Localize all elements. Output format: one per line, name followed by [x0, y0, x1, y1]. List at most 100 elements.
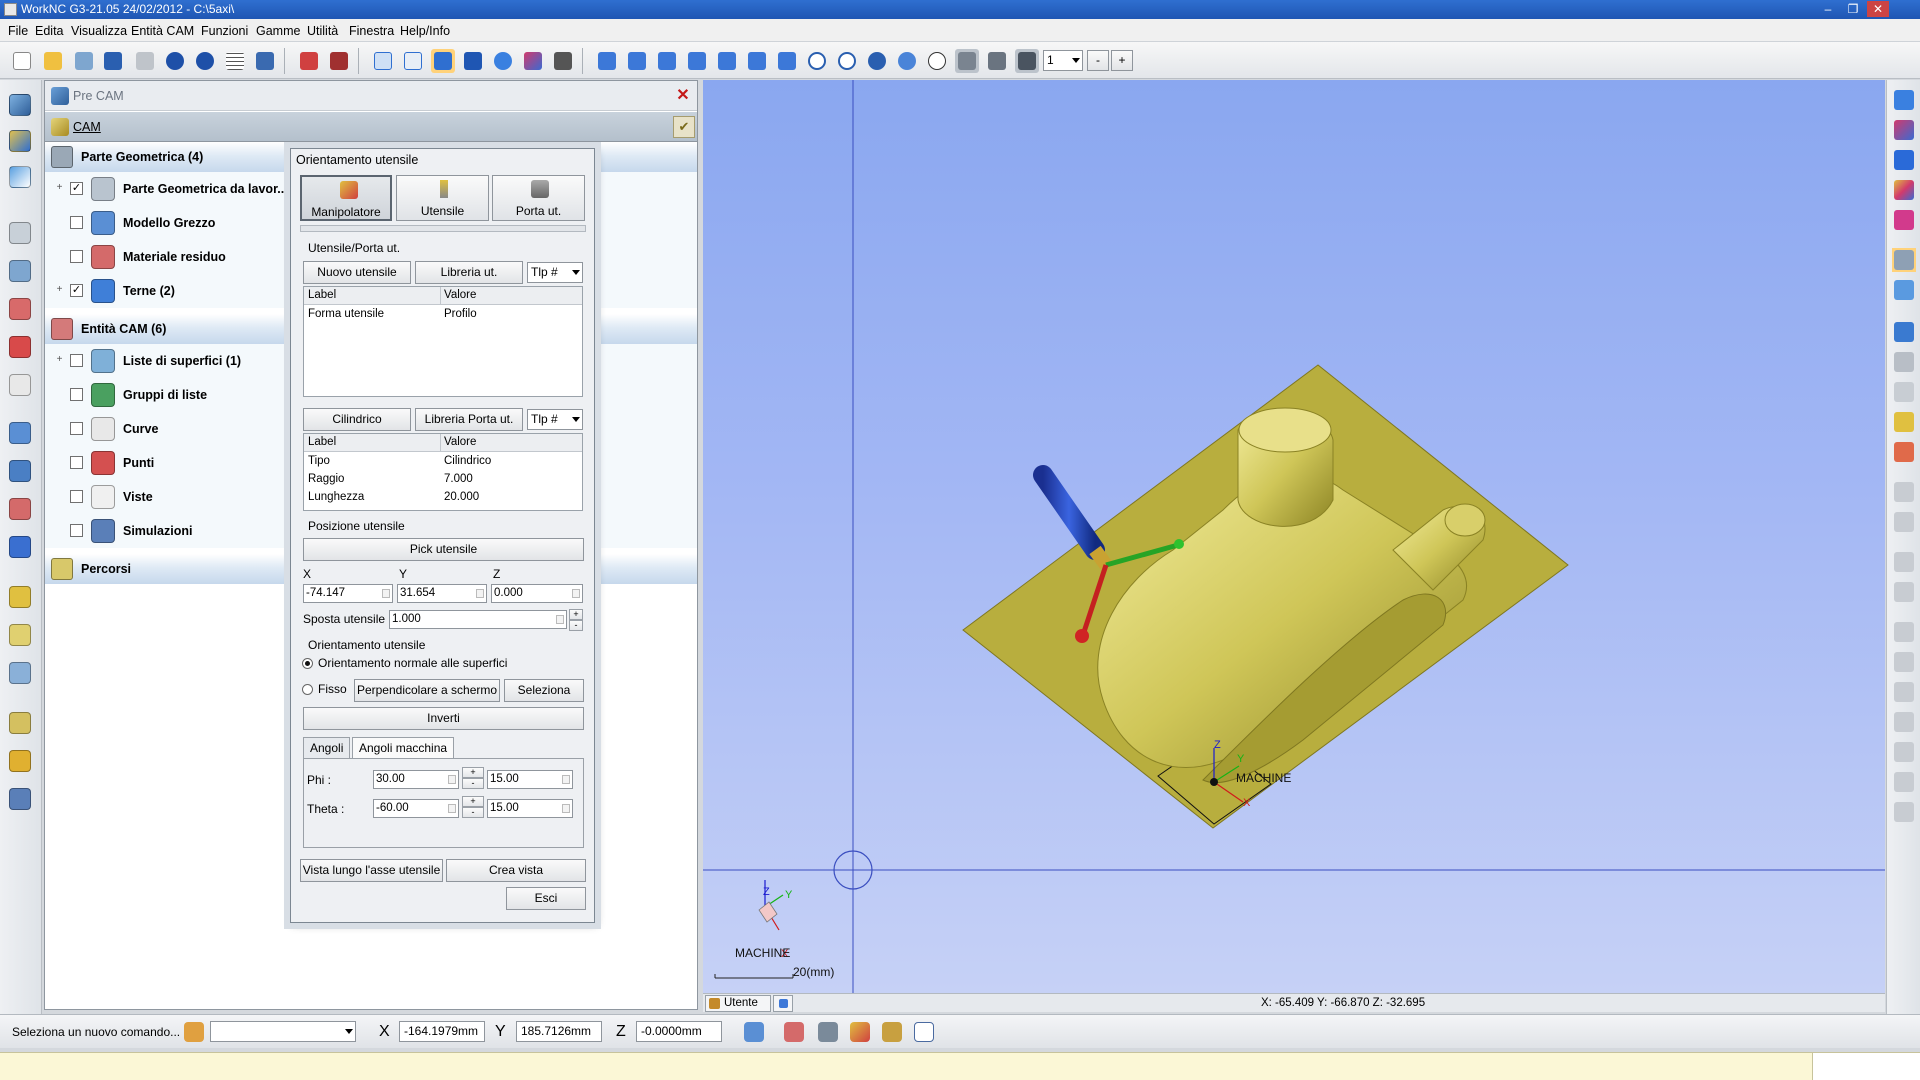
theta-plus-button[interactable]: + [462, 796, 484, 807]
rt-curve7-icon[interactable] [1892, 680, 1916, 704]
normal-orientation-radio[interactable] [302, 658, 313, 669]
theta-minus-button[interactable]: - [462, 807, 484, 818]
delete-path-icon[interactable] [6, 621, 34, 649]
perpendicular-screen-button[interactable]: Perpendicolare a schermo [354, 679, 500, 702]
measure-icon[interactable] [816, 1020, 840, 1044]
snap-point-icon[interactable] [782, 1020, 806, 1044]
section-icon[interactable] [985, 49, 1009, 73]
undo-icon[interactable] [163, 49, 187, 73]
select-filter-icon[interactable] [955, 49, 979, 73]
color-cube-icon[interactable] [521, 49, 545, 73]
theta-step-field[interactable]: 15.00 [487, 799, 573, 818]
rt-curve11-icon[interactable] [1892, 800, 1916, 824]
shift-down-button[interactable]: - [569, 620, 583, 631]
new-tool-button[interactable]: Nuovo utensile [303, 261, 411, 284]
rt-holder-icon[interactable] [1892, 350, 1916, 374]
hidden-lines-icon[interactable] [401, 49, 425, 73]
menu-funzioni[interactable]: Funzioni [201, 24, 248, 38]
residual-tool-icon[interactable] [6, 295, 34, 323]
document-tool-icon[interactable] [6, 659, 34, 687]
tab-view-cube[interactable] [773, 995, 793, 1012]
splitter-handle[interactable] [300, 225, 586, 232]
tab-angoli[interactable]: Angoli [303, 737, 351, 759]
close-button[interactable]: ✕ [1867, 1, 1889, 17]
window-layout-icon[interactable] [253, 49, 277, 73]
command-assistant-icon[interactable] [182, 1020, 206, 1044]
view-iso-icon[interactable] [595, 49, 619, 73]
save-icon[interactable] [101, 49, 125, 73]
holder-type-select[interactable]: Tlp # [527, 409, 583, 430]
zoom-plus-button[interactable]: + [1111, 50, 1133, 71]
select-button[interactable]: Seleziona [504, 679, 584, 702]
shaded-edges-icon[interactable] [461, 49, 485, 73]
print-icon[interactable] [133, 49, 157, 73]
cmd-z-field[interactable]: -0.0000mm [636, 1021, 722, 1042]
help-pointer-icon[interactable] [912, 1020, 936, 1044]
visibility-checkbox[interactable]: ✓ [70, 284, 83, 297]
view-left-icon[interactable] [775, 49, 799, 73]
zoom-window-icon[interactable] [835, 49, 859, 73]
fixed-orientation-radio[interactable] [302, 684, 313, 695]
menu-file[interactable]: File [8, 24, 28, 38]
menu-help-info[interactable]: Help/Info [400, 24, 450, 38]
color-picker-icon[interactable] [848, 1020, 872, 1044]
open-folder-icon[interactable] [41, 49, 65, 73]
a-tool-icon[interactable] [6, 533, 34, 561]
sphere-view-icon[interactable] [491, 49, 515, 73]
cutter-info-icon[interactable] [880, 1020, 904, 1044]
rt-curve5-icon[interactable] [1892, 620, 1916, 644]
rt-cube-multi-icon[interactable] [1892, 178, 1916, 202]
expand-icon[interactable]: + [55, 285, 64, 295]
rt-cutter-icon[interactable] [1892, 410, 1916, 434]
cmd-y-field[interactable]: 185.7126mm [516, 1021, 602, 1042]
geometry-tool-icon[interactable] [6, 219, 34, 247]
cmd-x-field[interactable]: -164.1979mm [399, 1021, 485, 1042]
tool-z-field[interactable]: 0.000 [491, 584, 583, 603]
simulation-tool-icon[interactable] [6, 709, 34, 737]
pick-tool-button[interactable]: Pick utensile [303, 538, 584, 561]
view-bottom-icon[interactable] [715, 49, 739, 73]
rt-cube-pink-icon[interactable] [1892, 208, 1916, 232]
rt-curve3-icon[interactable] [1892, 550, 1916, 574]
visibility-checkbox[interactable] [70, 422, 83, 435]
shaded-view-icon[interactable] [431, 49, 455, 73]
rt-cube-red-icon[interactable] [1892, 118, 1916, 142]
phi-step-field[interactable]: 15.00 [487, 770, 573, 789]
surface-tool-icon[interactable] [6, 333, 34, 361]
view-along-axis-button[interactable]: Vista lungo l'asse utensile [300, 859, 443, 882]
output-tool-icon[interactable] [6, 785, 34, 813]
menu-finestra[interactable]: Finestra [349, 24, 394, 38]
view-number-select[interactable]: 1 [1043, 50, 1083, 71]
command-input[interactable] [210, 1021, 356, 1042]
phi-minus-button[interactable]: - [462, 778, 484, 789]
holder-name-button[interactable]: Cilindrico [303, 408, 411, 431]
curve-tool-icon[interactable] [6, 163, 34, 191]
create-view-button[interactable]: Crea vista [446, 859, 586, 882]
tab-angoli-macchina[interactable]: Angoli macchina [352, 737, 455, 759]
rt-curve10-icon[interactable] [1892, 770, 1916, 794]
phi-field[interactable]: 30.00 [373, 770, 459, 789]
tool-y-field[interactable]: 31.654 [397, 584, 487, 603]
menu-gamme[interactable]: Gamme [256, 24, 300, 38]
menu-utilita[interactable]: Utilità [307, 24, 338, 38]
rt-curve9-icon[interactable] [1892, 740, 1916, 764]
shift-tool-field[interactable]: 1.000 [389, 610, 567, 629]
manipulator-y-handle[interactable] [1174, 539, 1184, 549]
pre-cam-label[interactable]: Pre CAM [73, 89, 124, 103]
machine-frame-icon[interactable] [327, 49, 351, 73]
tab-manipolatore[interactable]: Manipolatore [300, 175, 392, 221]
rt-tool-icon[interactable] [1892, 320, 1916, 344]
pan-icon[interactable] [895, 49, 919, 73]
menu-entita-cam[interactable]: Entità CAM [131, 24, 194, 38]
h-tool-icon[interactable] [6, 457, 34, 485]
pointer-mode-icon[interactable] [742, 1020, 766, 1044]
grid-icon[interactable] [223, 49, 247, 73]
menu-edita[interactable]: Edita [35, 24, 64, 38]
tool-type-select[interactable]: Tlp # [527, 262, 583, 283]
display-settings-icon[interactable] [551, 49, 575, 73]
r-tool-icon[interactable] [6, 495, 34, 523]
rt-curve2-icon[interactable] [1892, 510, 1916, 534]
restore-button[interactable]: ❐ [1842, 1, 1864, 17]
zoom-minus-button[interactable]: - [1087, 50, 1109, 71]
redo-icon[interactable] [193, 49, 217, 73]
